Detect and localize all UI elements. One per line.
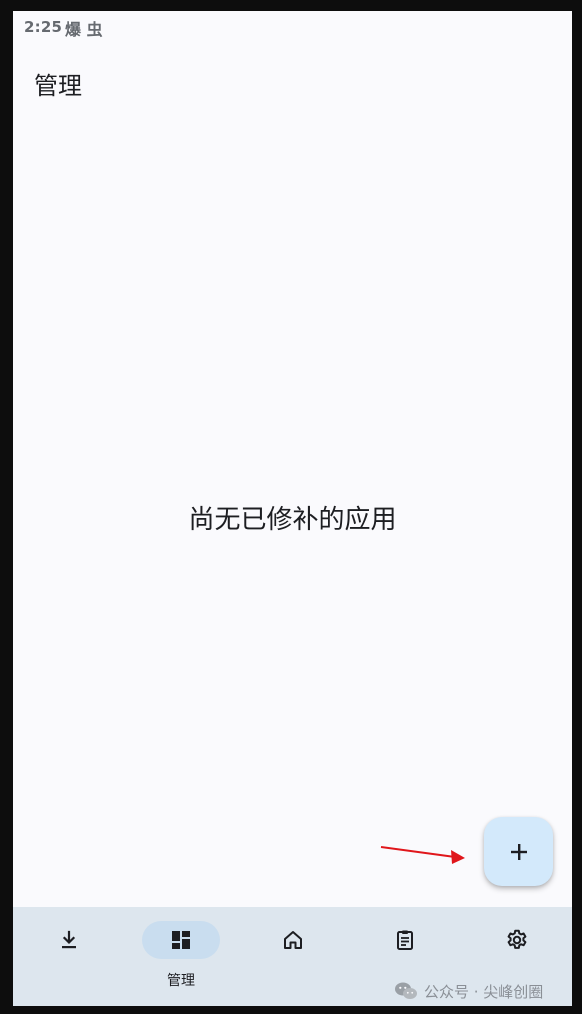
clipboard-icon (397, 930, 413, 950)
add-app-button[interactable] (484, 817, 553, 886)
plus-icon (510, 843, 527, 860)
nav-item-downloads[interactable] (13, 907, 125, 1006)
status-time: 2:25 (24, 18, 63, 36)
status-notification-icons: 爆 虫 (65, 20, 103, 39)
nav-item-manage[interactable]: 管理 (125, 907, 237, 1006)
gear-icon (507, 929, 527, 949)
home-icon (284, 931, 302, 949)
watermark: 公众号 · 尖峰创圈 (394, 978, 543, 1004)
annotation-arrow (380, 846, 465, 864)
download-icon (62, 930, 76, 949)
page-title: 管理 (34, 72, 82, 100)
status-bar: 2:25 爆 虫 (13, 11, 572, 45)
phone-screen: 2:25 爆 虫 管理 尚无已修补的应用 管理 公众号 · 尖峰创圈 (13, 11, 572, 1006)
empty-state-message: 尚无已修补的应用 (188, 505, 397, 535)
dashboard-icon (172, 931, 190, 949)
nav-label-manage: 管理 (167, 973, 195, 989)
watermark-text: 公众号 · 尖峰创圈 (424, 982, 544, 1001)
wechat-icon (395, 982, 417, 999)
nav-item-home[interactable] (237, 907, 349, 1006)
